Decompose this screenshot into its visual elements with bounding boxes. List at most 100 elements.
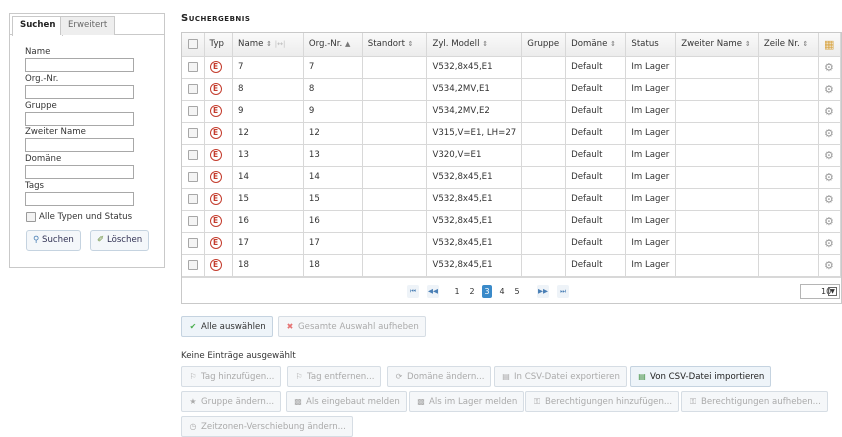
cell-name[interactable]: 15 [232,188,304,211]
report-installed-button[interactable]: ▩ Als eingebaut melden [286,391,407,412]
row-checkbox[interactable] [182,78,205,101]
page-1[interactable]: 1 [452,285,462,298]
gruppe-field[interactable] [25,112,134,126]
gear-icon[interactable]: ⚙ [824,237,834,250]
tags-field[interactable] [25,192,134,206]
next-page-button[interactable]: ▶▶ [537,285,549,298]
first-page-button[interactable]: ⏮ [407,285,419,298]
tab-erweitert[interactable]: Erweitert [60,16,116,35]
row-checkbox[interactable] [182,100,205,123]
column-status[interactable]: Status [625,33,677,57]
select-all-button[interactable]: ✔ Alle auswählen [181,316,273,337]
gear-icon[interactable]: ⚙ [824,193,834,206]
clear-button[interactable]: ✐ Löschen [90,230,150,251]
cell-actions[interactable]: ⚙ [818,144,841,167]
cell-name[interactable]: 18 [232,254,304,277]
column-zyl-modell[interactable]: Zyl. Modell ⇕ [426,33,523,57]
remove-permissions-button[interactable]: ⚿ Berechtigungen aufheben... [681,391,828,412]
page-2[interactable]: 2 [467,285,477,298]
gear-icon[interactable]: ⚙ [824,171,834,184]
checkbox[interactable] [187,215,198,226]
table-row[interactable]: E 9 9 V534,2MV,E2 Default Im Lager ⚙ [182,100,841,123]
table-row[interactable]: E 16 16 V532,8x45,E1 Default Im Lager ⚙ [182,210,841,233]
cell-name[interactable]: 12 [232,122,304,145]
cell-actions[interactable]: ⚙ [818,210,841,233]
change-group-button[interactable]: ★ Gruppe ändern... [181,391,282,412]
row-checkbox[interactable] [182,166,205,189]
export-csv-button[interactable]: ▤ In CSV-Datei exportieren [494,366,627,387]
search-button[interactable]: ⚲ Suchen [26,230,81,251]
table-row[interactable]: E 15 15 V532,8x45,E1 Default Im Lager ⚙ [182,188,841,211]
tab-suchen[interactable]: Suchen [12,16,64,36]
page-5[interactable]: 5 [512,285,522,298]
cell-actions[interactable]: ⚙ [818,232,841,255]
table-row[interactable]: E 12 12 V315,V=E1, LH=27 Default Im Lager ⚙ [182,122,841,145]
column-gruppe[interactable]: Gruppe [521,33,567,57]
cell-name[interactable]: 8 [232,78,304,101]
table-row[interactable]: E 14 14 V532,8x45,E1 Default Im Lager ⚙ [182,166,841,189]
cell-actions[interactable]: ⚙ [818,78,841,101]
clear-selection-button[interactable]: ✖ Gesamte Auswahl aufheben [278,316,426,337]
column-typ[interactable]: Typ [204,33,234,57]
cell-actions[interactable]: ⚙ [818,254,841,277]
add-tag-button[interactable]: ⚐ Tag hinzufügen... [181,366,282,387]
page-3[interactable]: 3 [482,285,492,298]
gear-icon[interactable]: ⚙ [824,105,834,118]
row-checkbox[interactable] [182,56,205,79]
checkbox[interactable] [187,149,198,160]
checkbox[interactable] [187,193,198,204]
org-nr-field[interactable] [25,85,134,99]
checkbox[interactable] [187,259,198,270]
cell-name[interactable]: 13 [232,144,304,167]
column-zweiter-name[interactable]: Zweiter Name ⇕ [675,33,759,57]
checkbox[interactable] [187,171,198,182]
cell-name[interactable]: 14 [232,166,304,189]
column-settings[interactable]: ▦ [818,33,841,57]
checkbox[interactable] [187,105,198,116]
all-types-checkbox[interactable] [26,211,36,222]
gear-icon[interactable]: ⚙ [824,259,834,272]
page-size-select[interactable]: 10 ▼ [800,284,840,299]
checkbox[interactable] [187,83,198,94]
previous-page-button[interactable]: ◀◀ [427,285,439,298]
row-checkbox[interactable] [182,122,205,145]
cell-actions[interactable]: ⚙ [818,166,841,189]
cell-actions[interactable]: ⚙ [818,56,841,79]
select-all-header-checkbox[interactable] [182,33,205,57]
column-zeile-nr[interactable]: Zeile Nr. ⇕ [758,33,820,57]
all-types-checkbox-row[interactable]: Alle Typen und Status [26,211,132,223]
remove-tag-button[interactable]: ⚐ Tag entfernen... [287,366,382,387]
table-row[interactable]: E 17 17 V532,8x45,E1 Default Im Lager ⚙ [182,232,841,255]
checkbox[interactable] [187,237,198,248]
row-checkbox[interactable] [182,254,205,277]
table-row[interactable]: E 7 7 V532,8x45,E1 Default Im Lager ⚙ [182,56,841,79]
column-name[interactable]: Name ⇕ |↔| [232,33,304,57]
cell-actions[interactable]: ⚙ [818,122,841,145]
row-checkbox[interactable] [182,210,205,233]
import-csv-button[interactable]: ▤ Von CSV-Datei importieren [630,366,772,387]
row-checkbox[interactable] [182,188,205,211]
checkbox[interactable] [187,61,198,72]
gear-icon[interactable]: ⚙ [824,61,834,74]
domaene-field[interactable] [25,165,134,179]
row-checkbox[interactable] [182,232,205,255]
zweiter-name-field[interactable] [25,138,134,152]
cell-name[interactable]: 9 [232,100,304,123]
column-standort[interactable]: Standort ⇕ [362,33,428,57]
row-checkbox[interactable] [182,144,205,167]
cell-name[interactable]: 17 [232,232,304,255]
cell-name[interactable]: 7 [232,56,304,79]
cell-name[interactable]: 16 [232,210,304,233]
last-page-button[interactable]: ⏭ [557,285,569,298]
gear-icon[interactable]: ⚙ [824,83,834,96]
table-row[interactable]: E 13 13 V320,V=E1 Default Im Lager ⚙ [182,144,841,167]
gear-icon[interactable]: ⚙ [824,149,834,162]
name-field[interactable] [25,58,134,72]
table-row[interactable]: E 8 8 V534,2MV,E1 Default Im Lager ⚙ [182,78,841,101]
gear-icon[interactable]: ⚙ [824,215,834,228]
column-org-nr[interactable]: Org.-Nr. ▲ [303,33,363,57]
report-stock-button[interactable]: ▩ Als im Lager melden [409,391,525,412]
cell-actions[interactable]: ⚙ [818,100,841,123]
cell-actions[interactable]: ⚙ [818,188,841,211]
checkbox[interactable] [187,127,198,138]
